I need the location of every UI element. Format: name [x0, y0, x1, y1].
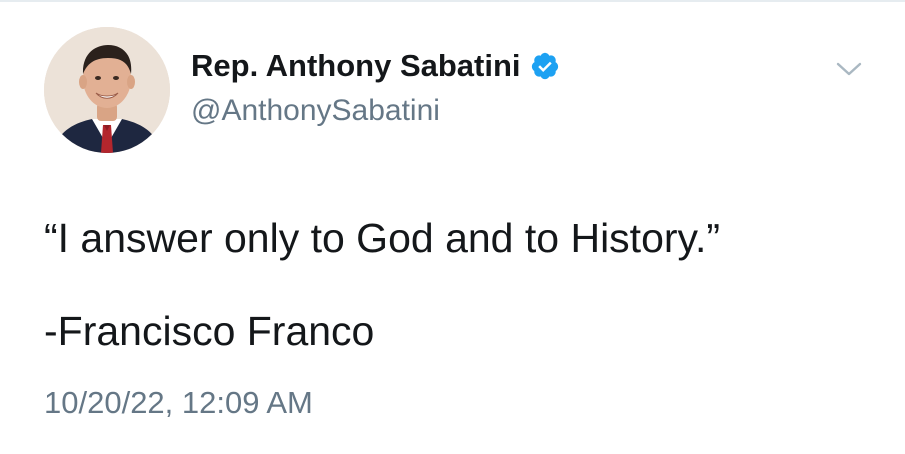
tweet-timestamp[interactable]: 10/20/22, 12:09 AM	[44, 385, 313, 421]
avatar-portrait-icon	[44, 27, 170, 153]
tweet-card: Rep. Anthony Sabatini @AnthonySabatini “…	[0, 0, 905, 454]
author-name-row[interactable]: Rep. Anthony Sabatini	[191, 44, 560, 88]
verified-badge-icon	[530, 51, 560, 81]
author-handle[interactable]: @AnthonySabatini	[191, 94, 440, 128]
author-display-name[interactable]: Rep. Anthony Sabatini	[191, 48, 521, 84]
tweet-menu-button[interactable]	[833, 58, 865, 84]
tweet-text-attribution: -Francisco Franco	[44, 308, 375, 354]
author-avatar[interactable]	[44, 27, 170, 153]
tweet-text-quote: “I answer only to God and to History.”	[44, 215, 721, 261]
chevron-down-icon	[835, 60, 863, 83]
